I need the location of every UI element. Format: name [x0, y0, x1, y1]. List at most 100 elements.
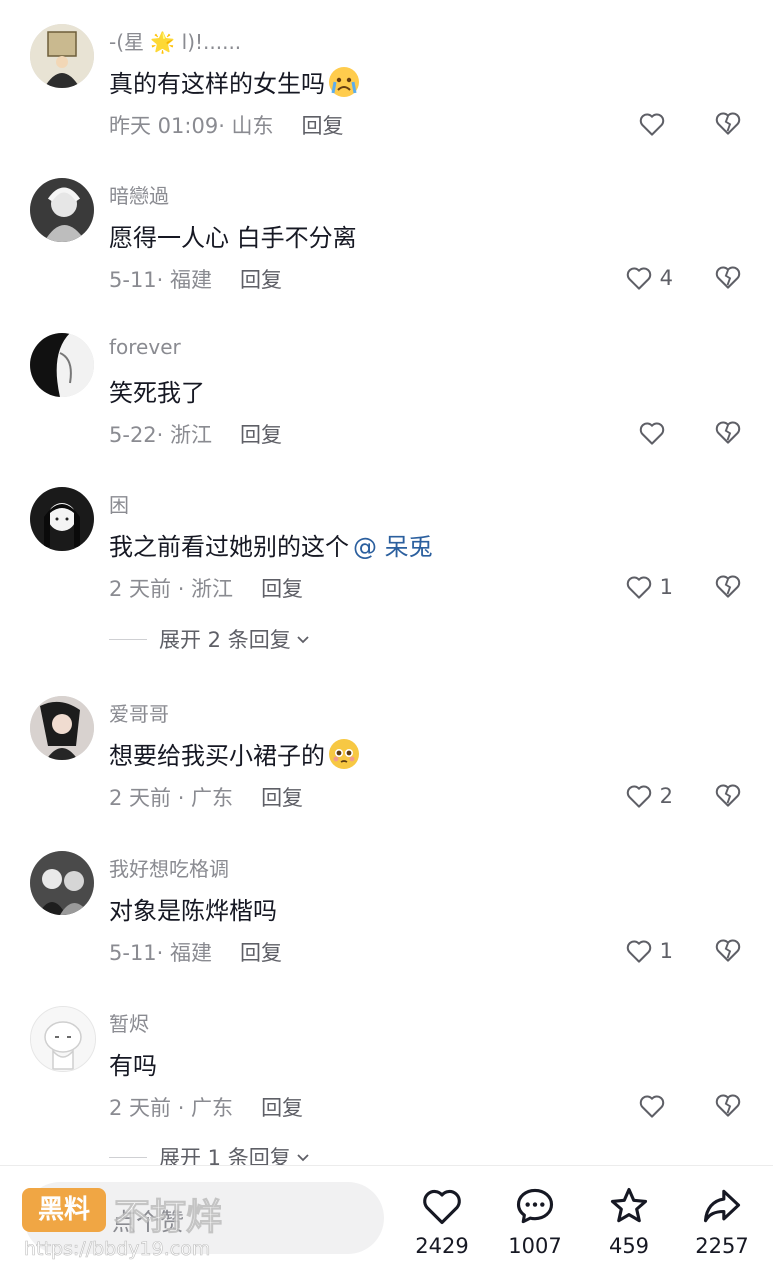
comment-bubble-icon — [516, 1188, 554, 1224]
like-count: 4 — [659, 266, 673, 290]
like-button[interactable] — [637, 417, 673, 449]
like-button[interactable]: 1 — [624, 935, 673, 967]
comment-time-location: 5-11· 福建 — [109, 941, 213, 965]
username[interactable]: 我好想吃格调 — [109, 853, 229, 882]
comment-input-placeholder: 点个赞 — [112, 1208, 184, 1236]
comment-time-location: 2 天前 · 广东 — [109, 786, 234, 810]
comment-time-location: 昨天 01:09· 山东 — [109, 114, 274, 138]
comment-body: 有吗 — [109, 1052, 157, 1080]
heart-icon — [626, 940, 651, 963]
share-arrow-icon — [703, 1189, 741, 1223]
comment-body: 想要给我买小裙子的 — [109, 742, 325, 770]
share-button[interactable]: 2257 — [682, 1184, 762, 1258]
dislike-button[interactable] — [713, 780, 743, 810]
like-button[interactable]: 1 — [624, 571, 673, 603]
like-count: 1 — [659, 575, 673, 599]
reply-button[interactable]: 回复 — [240, 941, 282, 965]
comment-time-location: 2 天前 · 广东 — [109, 1096, 234, 1120]
username[interactable]: 暂烬 — [109, 1008, 149, 1037]
expand-replies-button[interactable]: 展开 2 条回复 — [109, 624, 311, 654]
expand-divider — [109, 638, 147, 640]
username[interactable]: -(星 🌟 l)!...... — [109, 26, 241, 55]
crying-face-emoji — [329, 66, 359, 97]
expand-divider — [109, 1156, 147, 1158]
broken-heart-icon — [715, 575, 741, 598]
like-count: 1 — [659, 939, 673, 963]
heart-icon — [639, 422, 665, 445]
comment-body: 真的有这样的女生吗 — [109, 70, 325, 98]
star-icon — [610, 1187, 648, 1223]
comment-item: -(星 🌟 l)!...... 真的有这样的女生吗 昨天 01:09· 山东 回复 — [0, 24, 773, 174]
like-button[interactable] — [637, 1090, 673, 1122]
username[interactable]: 困 — [109, 489, 129, 518]
broken-heart-icon — [715, 421, 741, 444]
comment-meta: 5-11· 福建 回复 — [109, 264, 282, 294]
comment-body: 我之前看过她别的这个 — [109, 533, 349, 561]
comment-text: 愿得一人心 白手不分离 — [109, 218, 357, 253]
broken-heart-icon — [715, 112, 741, 135]
chevron-down-icon — [297, 1154, 309, 1162]
broken-heart-icon — [715, 1094, 741, 1117]
like-button[interactable]: 2 — [624, 780, 673, 812]
comment-item: 暗戀過 愿得一人心 白手不分离 5-11· 福建 回复 4 — [0, 178, 773, 328]
like-video-button[interactable]: 2429 — [402, 1184, 482, 1258]
username[interactable]: 爱哥哥 — [109, 698, 169, 727]
comment-item: 暂烬 有吗 2 天前 · 广东 回复 展开 1 条回复 — [0, 1006, 773, 1170]
avatar[interactable] — [30, 178, 94, 242]
comment-text: 真的有这样的女生吗 — [109, 64, 359, 99]
reply-button[interactable]: 回复 — [240, 268, 282, 292]
dislike-button[interactable] — [713, 262, 743, 292]
comment-time-location: 5-22· 浙江 — [109, 423, 213, 447]
video-like-count: 2429 — [415, 1234, 469, 1258]
like-count: 2 — [659, 784, 673, 808]
mention-link[interactable]: @ 呆兎 — [353, 527, 433, 562]
avatar[interactable] — [30, 487, 94, 551]
pleading-face-emoji — [329, 738, 359, 769]
comments-button[interactable]: 1007 — [495, 1184, 575, 1258]
comment-text: 笑死我了 — [109, 373, 205, 408]
comment-item: 困 我之前看过她别的这个 @ 呆兎 2 天前 · 浙江 回复 1 展开 2 条回复 — [0, 487, 773, 652]
dislike-button[interactable] — [713, 935, 743, 965]
expand-replies-label: 展开 2 条回复 — [159, 628, 291, 652]
comment-item: 我好想吃格调 对象是陈烨楷吗 5-11· 福建 回复 1 — [0, 851, 773, 1001]
avatar[interactable] — [30, 24, 94, 88]
reply-button[interactable]: 回复 — [302, 114, 344, 138]
bottom-action-bar: 点个赞 2429 1007 459 2257 — [0, 1165, 773, 1281]
comment-text: 有吗 — [109, 1046, 157, 1081]
comment-input[interactable]: 点个赞 — [24, 1182, 384, 1254]
username[interactable]: forever — [109, 335, 181, 359]
comment-meta: 2 天前 · 广东 回复 — [109, 1092, 303, 1122]
heart-icon — [626, 785, 651, 808]
like-button[interactable]: 4 — [624, 262, 673, 294]
reply-button[interactable]: 回复 — [240, 423, 282, 447]
avatar[interactable] — [30, 851, 94, 915]
like-button[interactable] — [637, 108, 673, 140]
reply-button[interactable]: 回复 — [261, 577, 303, 601]
dislike-button[interactable] — [713, 108, 743, 138]
chevron-down-icon — [297, 636, 309, 644]
video-favorite-count: 459 — [608, 1234, 650, 1258]
broken-heart-icon — [715, 939, 741, 962]
video-comment-count: 1007 — [508, 1234, 562, 1258]
avatar[interactable] — [30, 1006, 96, 1072]
avatar[interactable] — [30, 696, 94, 760]
username[interactable]: 暗戀過 — [109, 180, 169, 209]
heart-icon — [639, 113, 665, 136]
comment-item: 爱哥哥 想要给我买小裙子的 2 天前 · 广东 回复 2 — [0, 696, 773, 846]
broken-heart-icon — [715, 266, 741, 289]
dislike-button[interactable] — [713, 571, 743, 601]
reply-button[interactable]: 回复 — [261, 786, 303, 810]
dislike-button[interactable] — [713, 417, 743, 447]
broken-heart-icon — [715, 784, 741, 807]
comment-time-location: 5-11· 福建 — [109, 268, 213, 292]
reply-button[interactable]: 回复 — [261, 1096, 303, 1120]
comment-item: forever 笑死我了 5-22· 浙江 回复 — [0, 333, 773, 483]
comment-text: 对象是陈烨楷吗 — [109, 891, 277, 926]
heart-icon — [626, 267, 651, 290]
video-share-count: 2257 — [695, 1234, 749, 1258]
avatar[interactable] — [30, 333, 94, 397]
comment-body: 愿得一人心 白手不分离 — [109, 224, 357, 252]
dislike-button[interactable] — [713, 1090, 743, 1120]
favorite-button[interactable]: 459 — [589, 1184, 669, 1258]
comment-meta: 2 天前 · 广东 回复 — [109, 782, 303, 812]
